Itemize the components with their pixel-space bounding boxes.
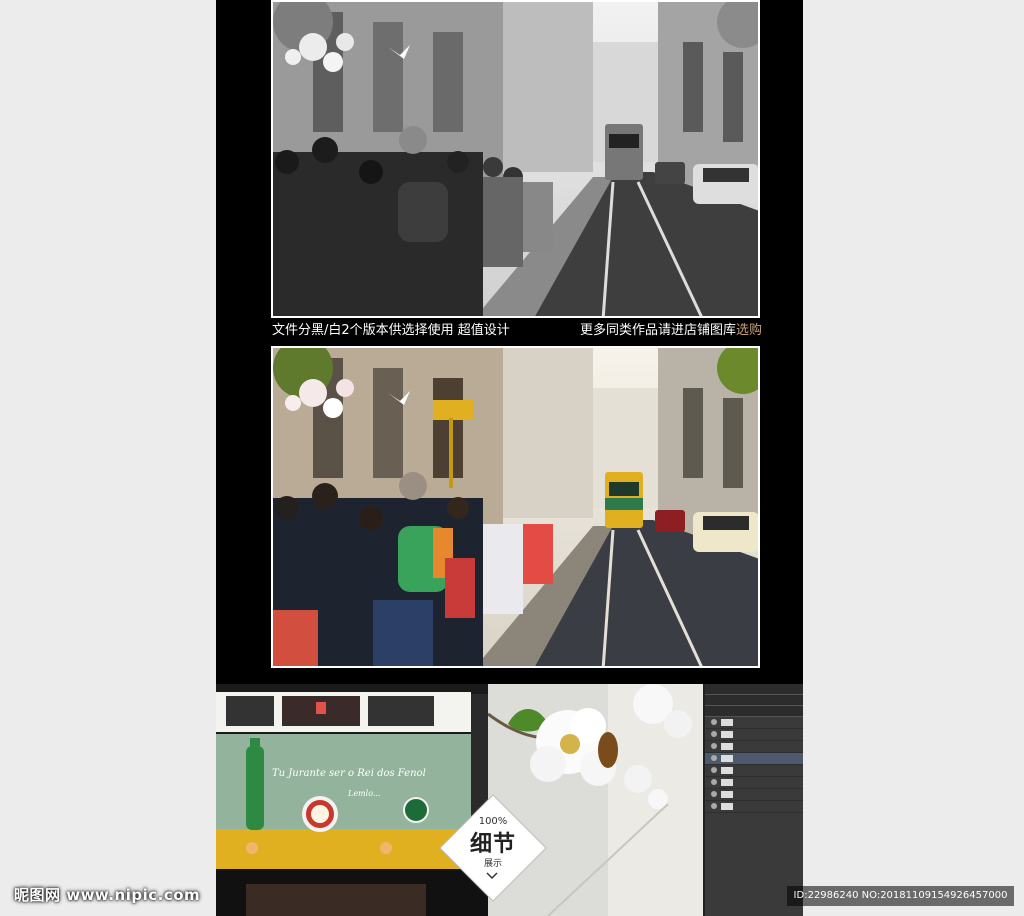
tram-script-text: Tu Jurante ser o Rei dos Fenol xyxy=(272,768,426,779)
chevron-down-icon xyxy=(486,872,498,880)
image-id-bar: ID:22986240 NO:20181109154926457000 xyxy=(787,886,1014,906)
tram-sub-text: Lemlo... xyxy=(347,789,381,798)
caption-left-text: 文件分黑/白2个版本供选择使用 超值设计 xyxy=(272,323,510,338)
layer-thumbnail xyxy=(721,779,733,786)
layers-panel-options[interactable] xyxy=(705,706,803,717)
bw-street-photo xyxy=(271,0,760,318)
caption-right-accent: 选购 xyxy=(735,323,762,338)
layers-panel-toolbar[interactable] xyxy=(705,695,803,706)
layer-row-selected[interactable] xyxy=(705,753,803,765)
eye-icon[interactable] xyxy=(711,803,717,809)
eye-icon[interactable] xyxy=(711,755,717,761)
layers-panel[interactable] xyxy=(703,684,803,916)
eye-icon[interactable] xyxy=(711,731,717,737)
caption-right-text: 更多同类作品请进店铺图库选购 xyxy=(580,320,762,342)
layer-row[interactable] xyxy=(705,717,803,729)
badge-title: 细节 xyxy=(469,832,516,857)
color-street-photo xyxy=(271,346,760,668)
site-watermark: 昵图网 www.nipic.com xyxy=(14,886,201,904)
layer-row[interactable] xyxy=(705,729,803,741)
layer-thumbnail xyxy=(721,803,733,810)
left-margin xyxy=(0,0,216,916)
layer-thumbnail xyxy=(721,719,733,726)
badge-subtitle: 展示 xyxy=(483,859,502,869)
eye-icon[interactable] xyxy=(711,743,717,749)
layer-thumbnail xyxy=(721,755,733,762)
layer-row[interactable] xyxy=(705,777,803,789)
layer-thumbnail xyxy=(721,731,733,738)
layer-thumbnail xyxy=(721,791,733,798)
eye-icon[interactable] xyxy=(711,791,717,797)
layers-panel-header[interactable] xyxy=(705,684,803,695)
layer-thumbnail xyxy=(721,743,733,750)
version-caption: 文件分黑/白2个版本供选择使用 超值设计 更多同类作品请进店铺图库选购 xyxy=(272,320,762,342)
eye-icon[interactable] xyxy=(711,779,717,785)
layer-row[interactable] xyxy=(705,789,803,801)
eye-icon[interactable] xyxy=(711,767,717,773)
layer-thumbnail xyxy=(721,767,733,774)
eye-icon[interactable] xyxy=(711,719,717,725)
right-margin xyxy=(803,0,1024,916)
layer-row[interactable] xyxy=(705,765,803,777)
detail-badge: 100% 细节 展示 xyxy=(439,794,547,902)
layer-row[interactable] xyxy=(705,801,803,813)
caption-right-prefix: 更多同类作品请进店铺图库 xyxy=(579,323,736,338)
layer-row[interactable] xyxy=(705,741,803,753)
